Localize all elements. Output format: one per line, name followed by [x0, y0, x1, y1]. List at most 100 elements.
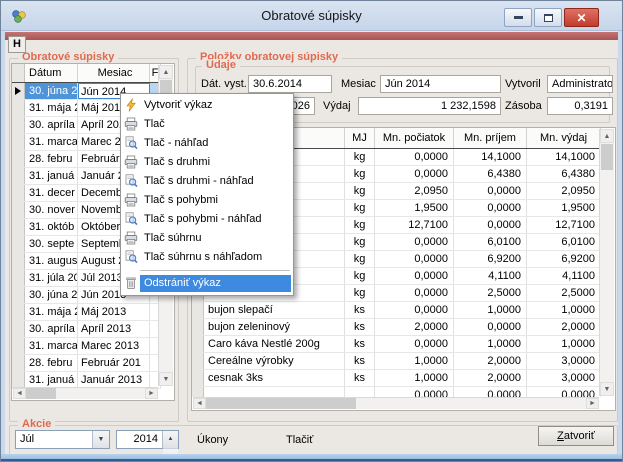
cell-mn-prijem: 0,0000: [454, 217, 527, 233]
table-row[interactable]: Cereálne výrobkyks1,00002,00003,0000: [192, 353, 601, 370]
cell-mn-vydaj: 6,9200: [527, 251, 601, 267]
h-tab[interactable]: H: [8, 36, 26, 53]
year-stepper[interactable]: 2014 ▲ ▼: [116, 430, 179, 449]
table-row[interactable]: Caro káva Nestlé 200gks0,00001,00001,000…: [192, 336, 601, 353]
cell-mj: ks: [345, 336, 375, 352]
row-marker: [12, 202, 25, 218]
vscroll-thumb[interactable]: [601, 144, 613, 170]
print-preview-icon: [124, 250, 140, 265]
row-marker: [192, 319, 204, 335]
row-marker: [12, 372, 25, 388]
hscroll-track[interactable]: [356, 398, 586, 409]
scroll-down-icon[interactable]: ▼: [159, 372, 173, 386]
window-edge-left: [1, 31, 5, 454]
scroll-left-icon[interactable]: ◄: [193, 398, 206, 409]
cell-mn-pociatok: 12,7100: [375, 217, 454, 233]
menu-item-tlac-suhrnu[interactable]: Tlač súhrnu: [121, 229, 293, 248]
window-edge-bottom: [1, 454, 622, 461]
cell-mn-vydaj: 3,0000: [527, 353, 601, 369]
cell-datum: 31. júla 20: [25, 270, 78, 286]
chevron-down-icon[interactable]: ▼: [92, 431, 109, 448]
cell-mn-vydaj: 3,0000: [527, 370, 601, 386]
scroll-right-icon[interactable]: ►: [145, 388, 158, 399]
scroll-up-icon[interactable]: ▲: [159, 65, 173, 79]
row-marker: [12, 100, 25, 116]
table-row[interactable]: bujon zeleninovýks2,00000,00002,0000: [192, 319, 601, 336]
maximize-icon: [544, 14, 553, 22]
mesiac-field[interactable]: Jún 2014: [380, 75, 501, 93]
items-table-vscrollbar[interactable]: ▲ ▼: [599, 129, 614, 396]
menu-item-label: Odstrániť výkaz: [140, 275, 291, 292]
hscroll-thumb[interactable]: [206, 398, 356, 409]
scroll-up-icon[interactable]: ▲: [600, 129, 614, 143]
scroll-right-icon[interactable]: ►: [586, 398, 599, 409]
left-group-title: Obratové súpisky: [18, 51, 118, 63]
hscroll-track[interactable]: [56, 388, 145, 399]
menu-item-tlac-nahlad[interactable]: Tlač - náhľad: [121, 134, 293, 153]
close-button[interactable]: ✕: [564, 8, 599, 27]
table-row[interactable]: 28. februFebruár 201: [12, 355, 161, 372]
menu-item-tlac-s-druhmi[interactable]: Tlač s druhmi: [121, 153, 293, 172]
scroll-down-icon[interactable]: ▼: [600, 382, 614, 396]
vytvoril-field[interactable]: Administrator: [547, 75, 613, 93]
cell-nazov: bujon slepačí: [204, 302, 345, 318]
cell-mn-pociatok: 0,0000: [375, 285, 454, 301]
cell-mn-pociatok: 2,0950: [375, 183, 454, 199]
month-combobox[interactable]: Júl ▼: [15, 430, 110, 449]
menu-item-tlac-s-druhmi-nahlad[interactable]: Tlač s druhmi - náhľad: [121, 172, 293, 191]
cell-nazov: Caro káva Nestlé 200g: [204, 336, 345, 352]
scroll-left-icon[interactable]: ◄: [13, 388, 26, 399]
row-marker: [12, 270, 25, 286]
table-row[interactable]: bujon slepačíks0,00001,00001,0000: [192, 302, 601, 319]
cell-datum: 30. apríla: [25, 321, 78, 337]
hscroll-thumb[interactable]: [26, 388, 56, 399]
cell-mn-pociatok: 0,0000: [375, 387, 454, 397]
items-table-hscrollbar[interactable]: ◄ ►: [193, 397, 599, 409]
maximize-button[interactable]: [534, 8, 562, 27]
dat-vyst-field[interactable]: 30.6.2014: [248, 75, 332, 93]
cell-nazov: Cereálne výrobky: [204, 353, 345, 369]
column-header-mn-prijem[interactable]: Mn. príjem: [454, 128, 527, 148]
months-table-hscrollbar[interactable]: ◄ ►: [13, 387, 158, 399]
menu-item-label: Vytvoriť výkaz: [140, 97, 291, 114]
accent-bar: [5, 32, 618, 40]
column-header-mn-pociatok[interactable]: Mn. počiatok: [375, 128, 454, 148]
table-row[interactable]: 0,00000,00000,0000: [192, 387, 601, 397]
menu-item-tlac-s-pohybmi[interactable]: Tlač s pohybmi: [121, 191, 293, 210]
print-preview-icon: [124, 136, 140, 151]
column-header-datum[interactable]: Dátum: [25, 64, 78, 82]
table-row[interactable]: cesnak 3ksks1,00002,00003,0000: [192, 370, 601, 387]
menu-item-tlac-s-pohybmi-nahlad[interactable]: Tlač s pohybmi - náhľad: [121, 210, 293, 229]
cell-datum: 31. januá: [25, 372, 78, 388]
menu-item-tlac-suhrnu-s-nahladom[interactable]: Tlač súhrnu s náhľadom: [121, 248, 293, 267]
cell-mj: kg: [345, 200, 375, 216]
cell-mj: kg: [345, 285, 375, 301]
table-row[interactable]: 31. mája 2Máj 2013: [12, 304, 161, 321]
cell-datum: 28. febru: [25, 355, 78, 371]
cell-mj: ks: [345, 302, 375, 318]
cell-mn-vydaj: 6,4380: [527, 166, 601, 182]
table-row[interactable]: 31. marcaMarec 2013: [12, 338, 161, 355]
minimize-button[interactable]: [504, 8, 532, 27]
column-header-mn-vydaj[interactable]: Mn. výdaj: [527, 128, 601, 148]
zasoba-field[interactable]: 0,3191: [547, 97, 613, 115]
months-table-header: Dátum Mesiac F: [12, 64, 161, 83]
cell-mn-vydaj: 0,0000: [527, 387, 601, 397]
menu-item-odstranit-vykaz[interactable]: Odstrániť výkaz: [121, 274, 293, 293]
menu-item-tlac[interactable]: Tlač: [121, 115, 293, 134]
table-row[interactable]: 30. aprílaApríl 2013: [12, 321, 161, 338]
cell-datum: 31. marca: [25, 338, 78, 354]
column-header-mesiac[interactable]: Mesiac: [78, 64, 150, 82]
zatvorit-button[interactable]: Zatvoriť: [538, 426, 614, 446]
menu-item-label: Tlač súhrnu: [140, 230, 291, 247]
spin-up-icon[interactable]: ▲: [163, 431, 178, 449]
column-header-mj[interactable]: MJ: [345, 128, 375, 148]
row-marker: [192, 370, 204, 386]
menu-item-label: Tlač s pohybmi: [140, 192, 291, 209]
row-marker: [192, 353, 204, 369]
menu-item-vytvorit-vykaz[interactable]: Vytvoriť výkaz: [121, 96, 293, 115]
cell-mn-vydaj: 6,0100: [527, 234, 601, 250]
titlebar[interactable]: Obratové súpisky ✕: [1, 1, 622, 31]
print-preview-icon: [124, 174, 140, 189]
vydaj-field[interactable]: 1 232,1598: [358, 97, 501, 115]
